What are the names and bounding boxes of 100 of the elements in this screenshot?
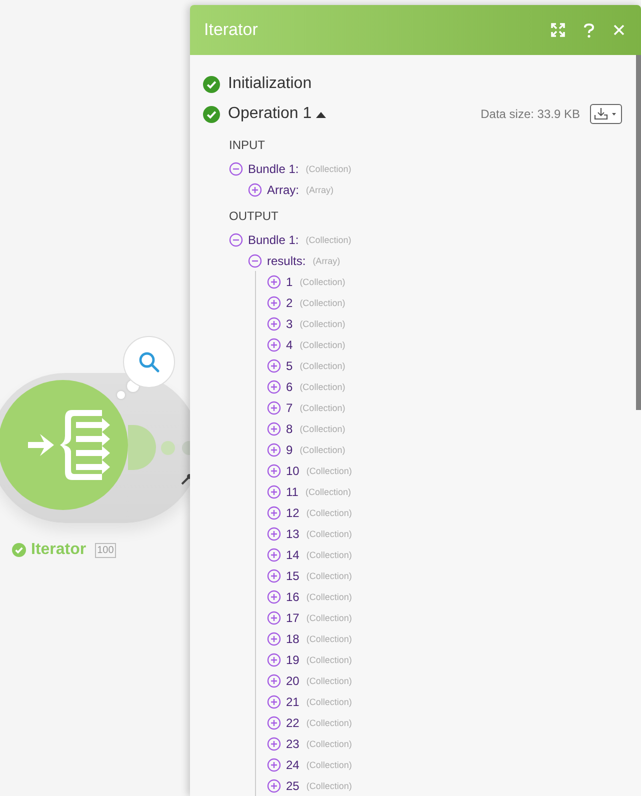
item-label[interactable]: 14	[286, 548, 300, 562]
item-label[interactable]: 15	[286, 568, 300, 582]
item-type: (Collection)	[300, 340, 346, 350]
item-type: (Collection)	[300, 276, 346, 286]
item-type: (Collection)	[300, 298, 346, 308]
item-label[interactable]: 23	[286, 736, 300, 750]
item-label[interactable]: 25	[286, 778, 300, 792]
expand-icon[interactable]	[267, 526, 281, 540]
collapse-icon[interactable]	[229, 232, 243, 246]
expand-icon[interactable]	[248, 182, 262, 196]
item-label[interactable]: 4	[286, 338, 293, 352]
expand-icon[interactable]	[267, 758, 281, 772]
expand-icon[interactable]	[267, 442, 281, 456]
section-heading: OUTPUT	[229, 208, 280, 225]
expand-icon[interactable]	[267, 716, 281, 730]
expand-icon[interactable]	[267, 778, 281, 792]
expand-icon[interactable]	[267, 610, 281, 624]
operation-label[interactable]: Operation 1	[228, 105, 312, 123]
collapse-icon[interactable]	[248, 254, 262, 268]
item-type: (Collection)	[306, 718, 352, 728]
data-size: Data size: 33.9 KB	[480, 107, 580, 121]
item-type: (Collection)	[306, 550, 352, 560]
item-type: (Collection)	[306, 508, 352, 518]
caret-icon[interactable]	[316, 110, 326, 118]
expand-icon[interactable]	[267, 358, 281, 372]
item-type: (Collection)	[306, 570, 352, 580]
item-label[interactable]: 9	[286, 442, 293, 456]
item-label[interactable]: 12	[286, 506, 300, 520]
item-type: (Array)	[312, 256, 340, 266]
item-label[interactable]: 8	[286, 422, 293, 436]
item-label[interactable]: 13	[286, 526, 300, 540]
item-type: (Collection)	[306, 760, 352, 770]
item-type: (Collection)	[306, 780, 352, 790]
expand-icon[interactable]	[267, 380, 281, 394]
item-type: (Collection)	[306, 234, 352, 244]
item-type: (Collection)	[300, 424, 346, 434]
module-name: Iterator	[31, 541, 86, 559]
item-label[interactable]: 19	[286, 652, 300, 666]
expand-icon[interactable]	[267, 506, 281, 520]
item-label[interactable]: 11	[286, 484, 298, 498]
item-type: (Collection)	[306, 466, 352, 476]
expand-icon[interactable]	[267, 736, 281, 750]
expand-icon[interactable]	[267, 316, 281, 330]
download-button[interactable]	[590, 104, 622, 124]
expand-icon[interactable]	[267, 422, 281, 436]
expand-icon[interactable]	[267, 590, 281, 604]
section-heading: INPUT	[229, 137, 266, 154]
help-icon[interactable]	[583, 22, 595, 38]
item-label[interactable]: 6	[286, 380, 293, 394]
close-icon[interactable]	[613, 24, 625, 36]
collapse-icon[interactable]	[229, 162, 243, 176]
expand-icon[interactable]	[267, 484, 281, 498]
expand-icon[interactable]	[267, 548, 281, 562]
item-label[interactable]: Array:	[267, 182, 300, 196]
item-label[interactable]: 5	[286, 358, 293, 372]
item-label[interactable]: 20	[286, 674, 300, 688]
item-label[interactable]: 17	[286, 610, 300, 624]
item-type: (Collection)	[300, 382, 346, 392]
item-type: (Collection)	[306, 634, 352, 644]
operation-label[interactable]: Initialization	[228, 75, 312, 93]
item-label[interactable]: 18	[286, 632, 300, 646]
item-type: (Collection)	[306, 738, 352, 748]
item-label[interactable]: results:	[267, 254, 306, 268]
item-type: (Collection)	[300, 444, 346, 454]
expand-icon[interactable]	[267, 652, 281, 666]
item-label[interactable]: 2	[286, 296, 293, 310]
item-type: (Collection)	[300, 318, 346, 328]
panel-title: Iterator	[204, 20, 259, 40]
item-label[interactable]: 10	[286, 464, 300, 478]
item-type: (Collection)	[306, 612, 352, 622]
search-icon	[138, 351, 160, 373]
download-icon	[593, 107, 619, 121]
item-type: (Collection)	[300, 360, 346, 370]
operation-count: 100	[95, 542, 116, 558]
item-label[interactable]: 1	[286, 274, 293, 288]
item-label[interactable]: 22	[286, 716, 300, 730]
item-label[interactable]: 7	[286, 400, 293, 414]
item-type: (Collection)	[306, 592, 352, 602]
item-label[interactable]: 3	[286, 316, 293, 330]
item-type: (Collection)	[306, 676, 352, 686]
expand-icon[interactable]	[267, 464, 281, 478]
item-type: (Collection)	[306, 654, 352, 664]
expand-icon[interactable]	[267, 338, 281, 352]
item-label[interactable]: 24	[286, 758, 300, 772]
expand-icon[interactable]	[267, 568, 281, 582]
expand-icon[interactable]	[267, 674, 281, 688]
expand-icon[interactable]	[267, 296, 281, 310]
item-label[interactable]: 21	[286, 694, 300, 708]
inspect-button[interactable]	[123, 336, 175, 388]
scrollbar[interactable]	[636, 55, 641, 410]
item-type: (Array)	[306, 184, 334, 194]
item-label[interactable]: 16	[286, 590, 300, 604]
expand-icon[interactable]	[267, 274, 281, 288]
item-label[interactable]: Bundle 1:	[248, 232, 299, 246]
item-label[interactable]: Bundle 1:	[248, 162, 299, 176]
item-type: (Collection)	[305, 486, 351, 496]
item-type: (Collection)	[300, 402, 346, 412]
expand-icon[interactable]	[267, 400, 281, 414]
expand-icon[interactable]	[267, 632, 281, 646]
expand-icon[interactable]	[267, 694, 281, 708]
